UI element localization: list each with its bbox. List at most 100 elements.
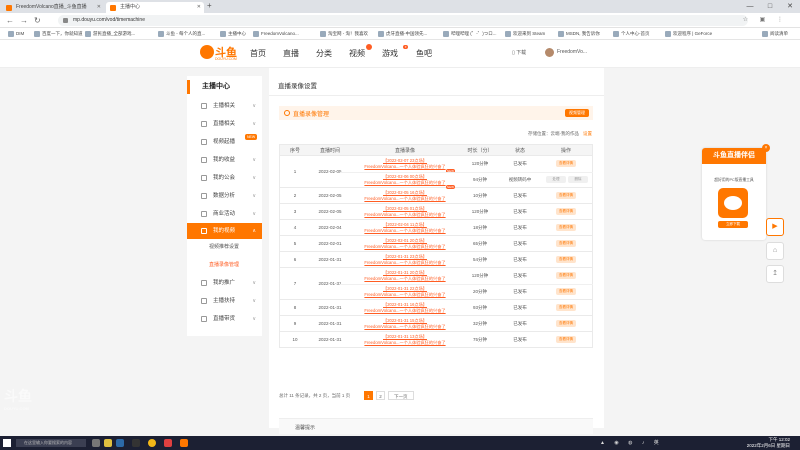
clock[interactable]: 下午 12:02 2022年2月6日 星期日	[747, 437, 790, 449]
replay-subtitle-link[interactable]: FreedomVolcano...一个人体验疯狂的兴奋了	[350, 244, 460, 250]
windows-taskbar: 在这里输入你要搜索的内容 ▲ ◉ ◍ ♪ 英 下午 12:02 2022年2月6…	[0, 436, 800, 450]
nav-live[interactable]: 直播	[283, 48, 299, 59]
sidebar-subitem-replay-manage[interactable]: 直播录像管理	[187, 259, 262, 271]
netease-icon[interactable]	[164, 439, 172, 447]
back-to-top-icon[interactable]: ↥	[766, 265, 784, 283]
app-icon[interactable]	[132, 439, 140, 447]
browser-tab-active[interactable]: 主播中心 ✕	[106, 2, 204, 13]
system-tray-icons[interactable]: ▲ ◉ ◍ ♪ 英	[600, 439, 663, 446]
sidebar-item-analytics[interactable]: 数据分析 ∨	[187, 189, 262, 203]
sidebar-item-commerce[interactable]: 直播带货 ∨	[187, 312, 262, 326]
sidebar-item-guild[interactable]: 我的公会 ∨	[187, 171, 262, 185]
nav-game[interactable]: 游戏 ✦	[382, 45, 408, 59]
bookmark-item[interactable]: FreedomVolcano...	[253, 30, 299, 38]
new-tab-button[interactable]: +	[207, 1, 212, 10]
bookmark-item[interactable]: 欢迎来到 Steam	[505, 30, 545, 38]
maximize-button[interactable]: □	[760, 0, 780, 13]
replay-subtitle-link[interactable]: FreedomVolcano...一个人体验疯狂的兴奋了	[350, 260, 460, 266]
storage-settings-link[interactable]: 设置	[583, 131, 592, 136]
nav-video[interactable]: 视频	[349, 44, 372, 59]
sidebar-item-support[interactable]: 主播扶持 ∨	[187, 294, 262, 308]
bookmark-item[interactable]: 游民直播_全部游戏...	[85, 30, 135, 38]
download-button[interactable]: 立即下载	[718, 221, 748, 228]
bookmark-item[interactable]: 欢迎程序 | GeForce	[665, 30, 712, 38]
page-2-button[interactable]: 2	[376, 391, 385, 400]
tab-close-icon[interactable]: ✕	[197, 2, 201, 13]
store-icon[interactable]	[116, 439, 124, 447]
extension-icons[interactable]: ☆ ▣ ⋮	[743, 16, 788, 23]
view-details-button[interactable]: 查看详情	[556, 304, 576, 311]
duration: 94分钟	[472, 177, 487, 182]
view-details-button[interactable]: 查看详情	[556, 256, 576, 263]
replay-subtitle-link[interactable]: FreedomVolcano...一个人体验疯狂的兴奋了	[350, 292, 460, 298]
tab-close-icon[interactable]: ✕	[97, 2, 101, 13]
task-view-icon[interactable]	[92, 439, 100, 447]
home-icon[interactable]: ⌂	[766, 242, 784, 260]
user-avatar[interactable]	[545, 48, 554, 57]
duration: 93分钟	[472, 305, 487, 310]
view-details-button[interactable]: 查看详情	[556, 240, 576, 247]
view-details-button[interactable]: 查看详情	[556, 336, 576, 343]
bookmark-item[interactable]: 百度一下，你就知道	[34, 30, 83, 38]
process-button[interactable]: 处理	[546, 176, 566, 183]
view-details-button[interactable]: 查看详情	[556, 208, 576, 215]
sidebar-item-live[interactable]: 直播相关 ∨	[187, 117, 262, 131]
view-details-button[interactable]: 查看详情	[556, 320, 576, 327]
sidebar-item-business[interactable]: 商业活动 ∨	[187, 207, 262, 221]
replay-subtitle-link[interactable]: FreedomVolcano...一个人体验疯狂的兴奋了	[350, 180, 460, 186]
assistant-promo[interactable]: 斗鱼直播伴侣 超好用的PC版直播工具 立即下载	[702, 148, 766, 240]
bookmark-item[interactable]: 斗鱼 - 每个人的直...	[158, 30, 205, 38]
back-icon[interactable]: ←	[6, 15, 14, 26]
replay-subtitle-link[interactable]: FreedomVolcano...一个人体验疯狂的兴奋了	[350, 212, 460, 218]
bookmark-item[interactable]: 个人中心-首页	[613, 30, 650, 38]
view-details-button[interactable]: 查看详情	[556, 288, 576, 295]
taskbar-search[interactable]: 在这里输入你要搜索的内容	[16, 439, 86, 447]
nav-home[interactable]: 首页	[250, 48, 266, 59]
sidebar-item-host[interactable]: 主播相关 ∨	[187, 99, 262, 113]
reload-icon[interactable]: ↻	[34, 15, 41, 26]
bookmark-item[interactable]: 主播中心	[220, 30, 246, 38]
sidebar-subitem-recommend[interactable]: 视频推荐设置	[187, 241, 262, 253]
sidebar-item-my-video[interactable]: 我的视频 ∧	[187, 223, 262, 239]
play-icon[interactable]: ▶	[766, 218, 784, 236]
replay-subtitle-link[interactable]: FreedomVolcano...一个人体验疯狂的兴奋了	[350, 164, 460, 170]
view-details-button[interactable]: 查看详情	[556, 224, 576, 231]
bookmark-item[interactable]: 虎牙直播-中国领先...	[378, 30, 427, 38]
douyu-app-icon[interactable]	[180, 439, 188, 447]
replay-subtitle-link[interactable]: FreedomVolcano...一个人体验疯狂的兴奋了	[350, 340, 460, 346]
view-details-button[interactable]: 查看详情	[556, 192, 576, 199]
bookmark-item[interactable]: MSDN, 我告诉你	[558, 30, 600, 38]
replay-subtitle-link[interactable]: FreedomVolcano...一个人体验疯狂的兴奋了	[350, 324, 460, 330]
sidebar-item-income[interactable]: 我的收益 ∨	[187, 153, 262, 167]
url-field[interactable]: mp.douyu.com/vod/timemachine	[58, 15, 748, 26]
download-link[interactable]: ▯ 下载	[512, 49, 526, 56]
replay-subtitle-link[interactable]: FreedomVolcano...一个人体验疯狂的兴奋了	[350, 228, 460, 234]
bookmark-item[interactable]: DIM	[8, 30, 24, 38]
browser-tab[interactable]: FreedomVolcano直播_斗鱼直播 ✕	[2, 2, 104, 13]
bookmark-item[interactable]: 淘宝网 - 淘！我喜欢	[320, 30, 368, 38]
next-page-button[interactable]: 下一页	[388, 391, 414, 400]
page-1-button[interactable]: 1	[364, 391, 373, 400]
minimize-button[interactable]: —	[740, 0, 760, 13]
bookmark-item[interactable]: 哔哩哔哩 (゜-゜)つロ...	[443, 30, 497, 38]
video-manage-button[interactable]: 视频管理	[565, 109, 589, 117]
douyu-logo[interactable]: 斗鱼 DOUYU.COM	[200, 43, 240, 63]
sidebar-item-video-start[interactable]: 视频起播 NEW	[187, 134, 262, 149]
delete-button[interactable]: 删除	[568, 176, 588, 183]
replay-subtitle-link[interactable]: FreedomVolcano...一个人体验疯狂的兴奋了	[350, 276, 460, 282]
username[interactable]: FreedomVo...	[557, 49, 587, 55]
replay-subtitle-link[interactable]: FreedomVolcano...一个人体验疯狂的兴奋了	[350, 308, 460, 314]
nav-category[interactable]: 分类	[316, 48, 332, 59]
nav-fishbar[interactable]: 鱼吧	[416, 48, 432, 59]
sidebar-item-promotion[interactable]: 我的推广 ∨	[187, 276, 262, 290]
replay-subtitle-link[interactable]: FreedomVolcano...一个人体验疯狂的兴奋了	[350, 196, 460, 202]
reading-list[interactable]: 阅读清单	[762, 30, 788, 38]
windows-start-icon[interactable]	[3, 439, 11, 447]
file-explorer-icon[interactable]	[104, 439, 112, 447]
view-details-button[interactable]: 查看详情	[556, 272, 576, 279]
chrome-icon[interactable]	[148, 439, 156, 447]
close-icon[interactable]: ×	[762, 144, 770, 152]
close-window-button[interactable]: ✕	[780, 0, 800, 13]
view-details-button[interactable]: 查看详情	[556, 160, 576, 167]
forward-icon[interactable]: →	[20, 15, 28, 26]
